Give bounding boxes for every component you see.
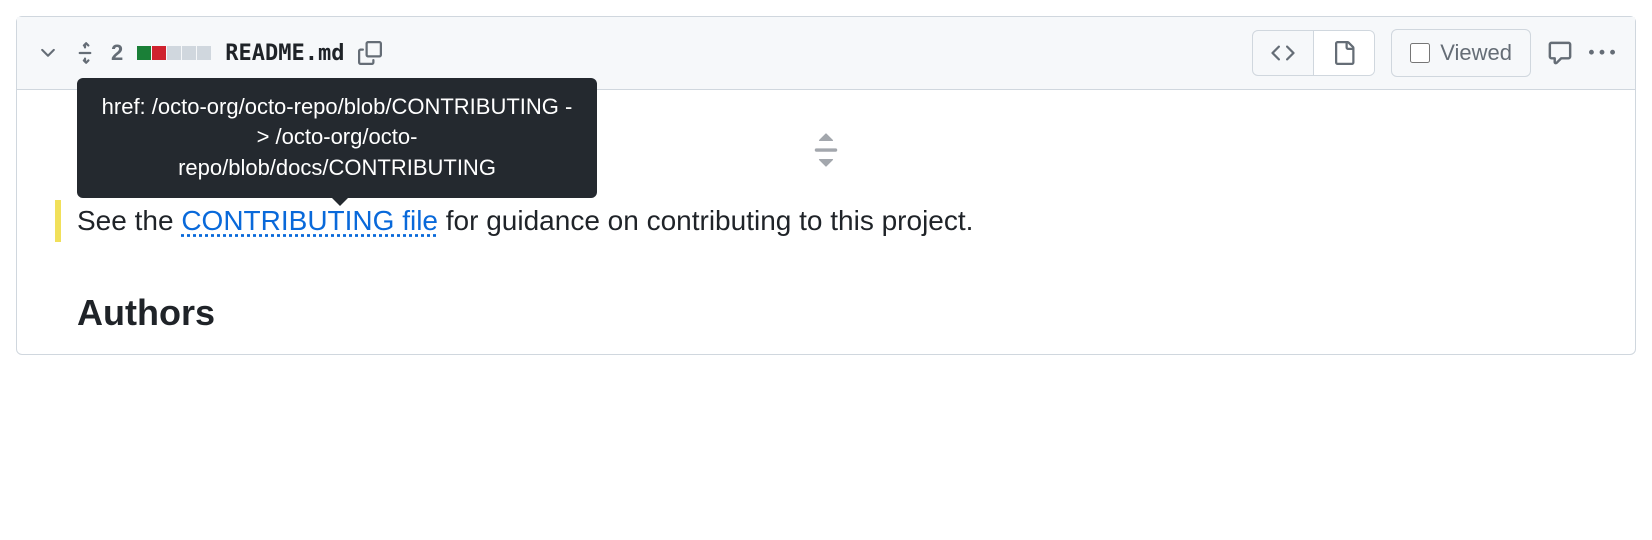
expand-all-icon[interactable] (73, 41, 97, 65)
view-mode-toggle (1252, 30, 1375, 76)
text-after-link: for guidance on contributing to this pro… (438, 205, 973, 236)
change-count: 2 (111, 40, 123, 66)
file-content: href: /octo-org/octo-repo/blob/CONTRIBUT… (17, 90, 1635, 354)
diff-stat-blocks (137, 46, 211, 60)
rendered-view-button[interactable] (1313, 31, 1374, 75)
diff-block-neutral (182, 46, 196, 60)
comment-icon[interactable] (1547, 40, 1573, 66)
contributing-link[interactable]: CONTRIBUTING file (181, 205, 438, 236)
kebab-menu-icon[interactable] (1589, 40, 1615, 66)
diff-block-added (137, 46, 151, 60)
copy-icon[interactable] (358, 41, 382, 65)
viewed-checkbox[interactable] (1410, 43, 1430, 63)
viewed-checkbox-container[interactable]: Viewed (1391, 29, 1531, 77)
diff-line: href: /octo-org/octo-repo/blob/CONTRIBUT… (17, 200, 1635, 242)
file-header-right: Viewed (1252, 29, 1615, 77)
diff-block-neutral (197, 46, 211, 60)
viewed-label: Viewed (1440, 40, 1512, 66)
file-header-left: 2 README.md (37, 40, 382, 66)
diff-block-neutral (167, 46, 181, 60)
diff-file-container: 2 README.md (16, 16, 1636, 355)
source-view-button[interactable] (1253, 31, 1313, 75)
link-diff-tooltip: href: /octo-org/octo-repo/blob/CONTRIBUT… (77, 78, 597, 198)
diff-block-removed (152, 46, 166, 60)
text-before-link: See the (77, 205, 181, 236)
chevron-down-icon[interactable] (37, 42, 59, 64)
filename[interactable]: README.md (225, 41, 344, 66)
section-heading-authors: Authors (17, 242, 1635, 354)
